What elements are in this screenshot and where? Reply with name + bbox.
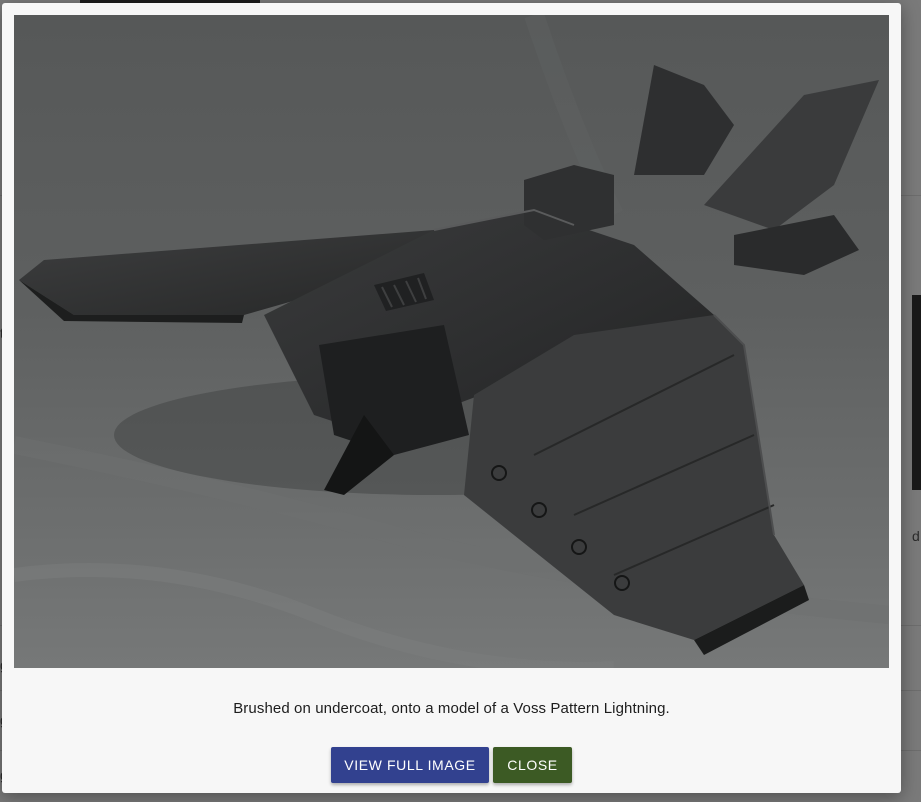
dialog-actions: VIEW FULL IMAGE CLOSE (2, 747, 901, 783)
aircraft-model-illustration (14, 15, 889, 668)
image-caption: Brushed on undercoat, onto a model of a … (233, 700, 670, 717)
background-image-edge (912, 295, 921, 490)
view-full-image-button[interactable]: VIEW FULL IMAGE (331, 747, 489, 783)
close-button[interactable]: CLOSE (493, 747, 572, 783)
background-text-fragment: d (912, 528, 920, 544)
image-lightbox-dialog: Brushed on undercoat, onto a model of a … (2, 3, 901, 793)
model-photo[interactable] (14, 15, 889, 668)
